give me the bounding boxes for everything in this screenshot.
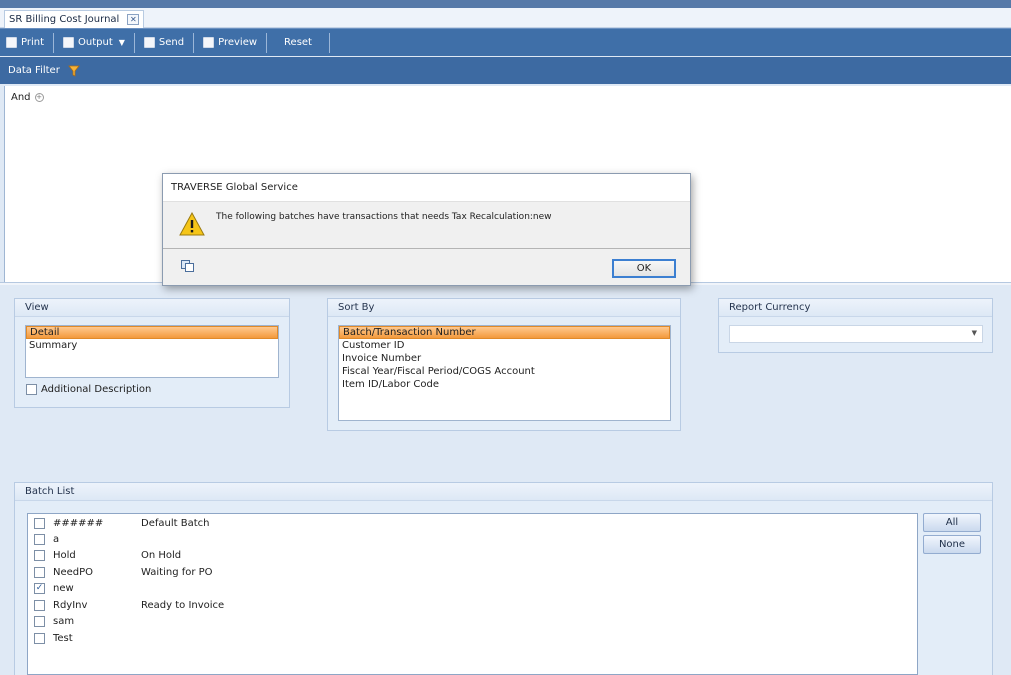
batch-description: Ready to Invoice bbox=[141, 599, 225, 611]
sort-by-listbox[interactable]: Batch/Transaction Number Customer ID Inv… bbox=[338, 325, 671, 421]
preview-label: Preview bbox=[218, 37, 258, 48]
report-currency-group: Report Currency ▼ bbox=[718, 298, 993, 353]
dialog-footer: OK bbox=[163, 248, 690, 285]
checkbox[interactable] bbox=[34, 632, 45, 644]
checkbox[interactable] bbox=[34, 615, 45, 627]
copy-icon[interactable] bbox=[181, 260, 194, 272]
filter-root[interactable]: And + bbox=[11, 92, 44, 103]
select-none-button[interactable]: None bbox=[923, 535, 981, 554]
output-icon bbox=[63, 37, 75, 48]
data-filter-label: Data Filter bbox=[8, 65, 60, 76]
view-item-detail[interactable]: Detail bbox=[26, 326, 278, 339]
list-item[interactable]: ✓ new bbox=[34, 580, 141, 596]
warning-icon bbox=[179, 211, 205, 236]
reset-button[interactable]: Reset bbox=[270, 32, 326, 54]
output-label: Output bbox=[78, 37, 113, 48]
dialog-title: TRAVERSE Global Service bbox=[171, 182, 298, 193]
batch-id: NeedPO bbox=[53, 566, 94, 578]
preview-button[interactable]: Preview bbox=[197, 32, 263, 54]
send-label: Send bbox=[158, 37, 185, 48]
document-tab-bar: SR Billing Cost Journal ✕ bbox=[0, 8, 1011, 28]
title-strip bbox=[0, 0, 1011, 8]
sort-item[interactable]: Customer ID bbox=[339, 339, 670, 352]
toolbar-separator bbox=[193, 32, 195, 53]
reset-label: Reset bbox=[284, 37, 312, 48]
list-item[interactable]: NeedPO Waiting for PO bbox=[34, 564, 213, 580]
batch-id: a bbox=[53, 533, 60, 545]
list-item[interactable]: Test bbox=[34, 630, 141, 646]
toolbar-separator bbox=[266, 32, 268, 53]
checkbox-checked[interactable]: ✓ bbox=[34, 582, 45, 594]
checkbox[interactable] bbox=[26, 384, 37, 395]
list-item[interactable]: ###### Default Batch bbox=[34, 515, 209, 531]
view-item-summary[interactable]: Summary bbox=[26, 339, 278, 352]
batch-description: Waiting for PO bbox=[141, 566, 213, 578]
batch-id: sam bbox=[53, 615, 75, 627]
batch-id: Test bbox=[53, 632, 73, 644]
toolbar-separator bbox=[53, 32, 55, 53]
list-item[interactable]: RdyInv Ready to Invoice bbox=[34, 597, 224, 613]
select-all-button[interactable]: All bbox=[923, 513, 981, 532]
batch-description: On Hold bbox=[141, 549, 182, 561]
additional-description-checkbox[interactable]: Additional Description bbox=[26, 384, 151, 395]
checkbox[interactable] bbox=[34, 549, 45, 561]
view-group: View Detail Summary Additional Descripti… bbox=[14, 298, 290, 408]
preview-icon bbox=[203, 37, 215, 48]
batch-list[interactable]: ###### Default Batch a Hold On Hold Need… bbox=[27, 513, 918, 675]
toolbar: Print Output ▼ Send Preview Reset bbox=[0, 28, 1011, 56]
print-label: Print bbox=[21, 37, 45, 48]
printer-icon bbox=[6, 37, 17, 48]
funnel-icon[interactable] bbox=[67, 65, 80, 77]
sort-item[interactable]: Batch/Transaction Number bbox=[339, 326, 670, 339]
ok-button[interactable]: OK bbox=[612, 259, 676, 278]
sort-item[interactable]: Item ID/Labor Code bbox=[339, 378, 670, 391]
close-icon[interactable]: ✕ bbox=[127, 14, 140, 25]
tab-title: SR Billing Cost Journal bbox=[9, 14, 120, 25]
checkbox[interactable] bbox=[34, 599, 45, 611]
batch-id: Hold bbox=[53, 549, 76, 561]
batch-description: Default Batch bbox=[141, 517, 210, 529]
chevron-down-icon[interactable]: ▼ bbox=[972, 329, 977, 337]
data-filter-bar[interactable]: Data Filter bbox=[0, 57, 1011, 84]
checkbox[interactable] bbox=[34, 517, 45, 529]
list-item[interactable]: a bbox=[34, 531, 141, 547]
chevron-down-icon[interactable]: ▼ bbox=[119, 38, 125, 47]
list-item[interactable]: sam bbox=[34, 613, 141, 629]
dialog-body: The following batches have transactions … bbox=[163, 201, 690, 248]
sort-item[interactable]: Invoice Number bbox=[339, 352, 670, 365]
print-button[interactable]: Print bbox=[0, 32, 50, 54]
checkbox[interactable] bbox=[34, 533, 45, 545]
list-item[interactable]: Hold On Hold bbox=[34, 547, 181, 563]
toolbar-separator bbox=[328, 32, 330, 53]
report-currency-title: Report Currency bbox=[719, 299, 992, 317]
toolbar-separator bbox=[133, 32, 135, 53]
additional-description-label: Additional Description bbox=[41, 384, 152, 395]
sort-by-title: Sort By bbox=[328, 299, 680, 317]
message-dialog: TRAVERSE Global Service The following ba… bbox=[162, 173, 691, 286]
send-button[interactable]: Send bbox=[138, 32, 190, 54]
add-condition-icon[interactable]: + bbox=[34, 93, 44, 102]
batch-id: new bbox=[53, 582, 74, 594]
view-title: View bbox=[15, 299, 289, 317]
output-button[interactable]: Output ▼ bbox=[57, 32, 131, 54]
batch-id: RdyInv bbox=[53, 599, 88, 611]
checkbox[interactable] bbox=[34, 566, 45, 578]
tab-sr-billing-cost-journal[interactable]: SR Billing Cost Journal ✕ bbox=[4, 10, 145, 28]
batch-list-title: Batch List bbox=[15, 483, 992, 501]
sort-item[interactable]: Fiscal Year/Fiscal Period/COGS Account bbox=[339, 365, 670, 378]
view-listbox[interactable]: Detail Summary bbox=[25, 325, 279, 378]
and-operator[interactable]: And bbox=[11, 92, 31, 103]
batch-id: ###### bbox=[53, 517, 104, 529]
sort-by-group: Sort By Batch/Transaction Number Custome… bbox=[327, 298, 681, 431]
report-currency-select[interactable]: ▼ bbox=[729, 325, 983, 343]
dialog-message: The following batches have transactions … bbox=[216, 212, 552, 222]
mail-icon bbox=[143, 37, 155, 48]
